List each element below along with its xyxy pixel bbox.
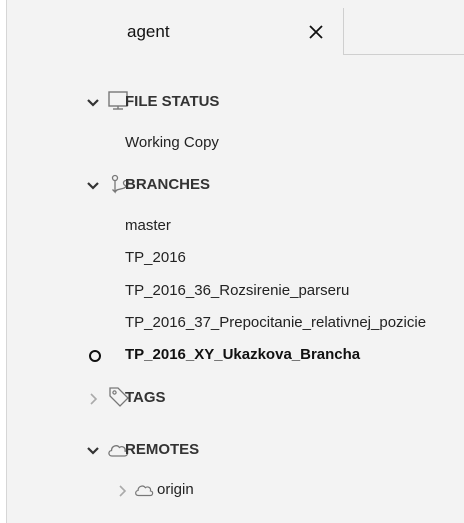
tab-agent[interactable]: agent: [7, 8, 344, 55]
sidebar-panel: agent FILE STATUS Working Copy BRANCHES …: [6, 0, 464, 523]
chevron-down-icon[interactable]: [86, 179, 100, 193]
section-file-status[interactable]: FILE STATUS: [7, 88, 464, 118]
tab-title: agent: [127, 22, 170, 41]
cloud-icon: [135, 485, 154, 497]
branch-item[interactable]: master: [7, 212, 464, 242]
section-label-branches: BRANCHES: [125, 176, 211, 193]
close-icon[interactable]: [305, 21, 327, 43]
section-remotes[interactable]: REMOTES: [7, 436, 464, 466]
branch-item-label: master: [125, 217, 171, 234]
branch-item-label: TP_2016_XY_Ukazkova_Brancha: [125, 346, 361, 363]
branch-item-current[interactable]: TP_2016_XY_Ukazkova_Brancha: [7, 341, 464, 371]
section-label-tags: TAGS: [125, 389, 166, 406]
section-label-file-status: FILE STATUS: [125, 93, 220, 110]
branch-item-label: TP_2016_36_Rozsirenie_parseru: [125, 282, 350, 299]
branch-item-label: TP_2016_37_Prepocitanie_relativnej_pozic…: [125, 314, 427, 331]
tab-bar: agent: [7, 8, 464, 55]
branch-item-label: TP_2016: [125, 249, 186, 266]
branch-item[interactable]: TP_2016: [7, 244, 464, 274]
section-branches[interactable]: BRANCHES: [7, 171, 464, 201]
file-status-item-label: Working Copy: [125, 134, 219, 151]
file-status-item[interactable]: Working Copy: [7, 129, 464, 159]
chevron-right-icon[interactable]: [115, 484, 129, 498]
section-label-remotes: REMOTES: [125, 441, 200, 458]
current-branch-icon: [89, 350, 101, 362]
chevron-right-icon[interactable]: [86, 392, 100, 406]
section-tags[interactable]: TAGS: [7, 384, 464, 414]
branch-item[interactable]: TP_2016_37_Prepocitanie_relativnej_pozic…: [7, 309, 464, 339]
remote-item-label: origin: [157, 481, 194, 498]
chevron-down-icon[interactable]: [86, 444, 100, 458]
remote-item[interactable]: origin: [7, 476, 464, 506]
branch-item[interactable]: TP_2016_36_Rozsirenie_parseru: [7, 277, 464, 307]
chevron-down-icon[interactable]: [86, 96, 100, 110]
